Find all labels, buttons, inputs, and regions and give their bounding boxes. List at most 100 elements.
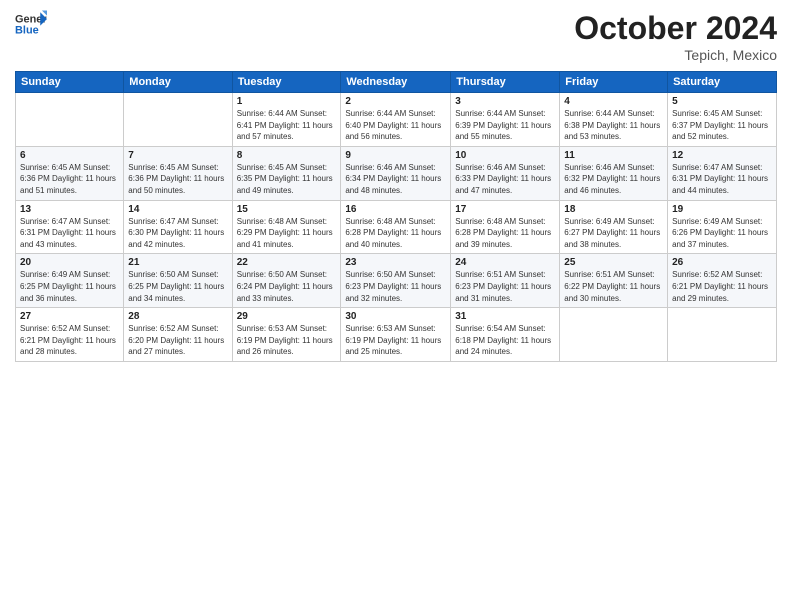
day-info: Sunrise: 6:53 AM Sunset: 6:19 PM Dayligh… bbox=[237, 323, 337, 358]
calendar-cell: 18Sunrise: 6:49 AM Sunset: 6:27 PM Dayli… bbox=[560, 200, 668, 254]
day-info: Sunrise: 6:52 AM Sunset: 6:21 PM Dayligh… bbox=[20, 323, 119, 358]
day-info: Sunrise: 6:54 AM Sunset: 6:18 PM Dayligh… bbox=[455, 323, 555, 358]
calendar-cell: 4Sunrise: 6:44 AM Sunset: 6:38 PM Daylig… bbox=[560, 93, 668, 147]
week-row-4: 20Sunrise: 6:49 AM Sunset: 6:25 PM Dayli… bbox=[16, 254, 777, 308]
header-tuesday: Tuesday bbox=[232, 72, 341, 93]
day-number: 31 bbox=[455, 311, 555, 322]
day-info: Sunrise: 6:48 AM Sunset: 6:28 PM Dayligh… bbox=[345, 216, 446, 251]
calendar-cell: 25Sunrise: 6:51 AM Sunset: 6:22 PM Dayli… bbox=[560, 254, 668, 308]
day-info: Sunrise: 6:50 AM Sunset: 6:25 PM Dayligh… bbox=[128, 269, 227, 304]
header: General Blue October 2024 Tepich, Mexico bbox=[15, 10, 777, 63]
calendar-cell: 30Sunrise: 6:53 AM Sunset: 6:19 PM Dayli… bbox=[341, 308, 451, 362]
calendar-cell: 13Sunrise: 6:47 AM Sunset: 6:31 PM Dayli… bbox=[16, 200, 124, 254]
day-info: Sunrise: 6:51 AM Sunset: 6:23 PM Dayligh… bbox=[455, 269, 555, 304]
day-number: 1 bbox=[237, 96, 337, 107]
calendar-cell: 21Sunrise: 6:50 AM Sunset: 6:25 PM Dayli… bbox=[124, 254, 232, 308]
calendar-cell bbox=[560, 308, 668, 362]
day-number: 7 bbox=[128, 150, 227, 161]
day-info: Sunrise: 6:44 AM Sunset: 6:39 PM Dayligh… bbox=[455, 108, 555, 143]
title-block: October 2024 Tepich, Mexico bbox=[574, 10, 777, 63]
day-number: 8 bbox=[237, 150, 337, 161]
day-number: 11 bbox=[564, 150, 663, 161]
calendar-cell: 27Sunrise: 6:52 AM Sunset: 6:21 PM Dayli… bbox=[16, 308, 124, 362]
day-info: Sunrise: 6:50 AM Sunset: 6:23 PM Dayligh… bbox=[345, 269, 446, 304]
svg-text:Blue: Blue bbox=[15, 24, 39, 36]
calendar-cell: 14Sunrise: 6:47 AM Sunset: 6:30 PM Dayli… bbox=[124, 200, 232, 254]
day-number: 18 bbox=[564, 204, 663, 215]
week-row-5: 27Sunrise: 6:52 AM Sunset: 6:21 PM Dayli… bbox=[16, 308, 777, 362]
page: General Blue October 2024 Tepich, Mexico… bbox=[0, 0, 792, 612]
day-info: Sunrise: 6:48 AM Sunset: 6:29 PM Dayligh… bbox=[237, 216, 337, 251]
header-saturday: Saturday bbox=[668, 72, 777, 93]
day-number: 4 bbox=[564, 96, 663, 107]
day-info: Sunrise: 6:44 AM Sunset: 6:38 PM Dayligh… bbox=[564, 108, 663, 143]
calendar-cell bbox=[124, 93, 232, 147]
calendar-cell: 3Sunrise: 6:44 AM Sunset: 6:39 PM Daylig… bbox=[451, 93, 560, 147]
day-info: Sunrise: 6:47 AM Sunset: 6:31 PM Dayligh… bbox=[672, 162, 772, 197]
logo: General Blue bbox=[15, 10, 47, 38]
calendar-cell: 16Sunrise: 6:48 AM Sunset: 6:28 PM Dayli… bbox=[341, 200, 451, 254]
day-number: 5 bbox=[672, 96, 772, 107]
calendar-cell: 20Sunrise: 6:49 AM Sunset: 6:25 PM Dayli… bbox=[16, 254, 124, 308]
day-number: 10 bbox=[455, 150, 555, 161]
month-title: October 2024 bbox=[574, 10, 777, 47]
day-info: Sunrise: 6:45 AM Sunset: 6:35 PM Dayligh… bbox=[237, 162, 337, 197]
calendar-cell: 10Sunrise: 6:46 AM Sunset: 6:33 PM Dayli… bbox=[451, 146, 560, 200]
day-info: Sunrise: 6:47 AM Sunset: 6:31 PM Dayligh… bbox=[20, 216, 119, 251]
day-number: 6 bbox=[20, 150, 119, 161]
day-number: 27 bbox=[20, 311, 119, 322]
day-info: Sunrise: 6:49 AM Sunset: 6:25 PM Dayligh… bbox=[20, 269, 119, 304]
calendar-cell: 17Sunrise: 6:48 AM Sunset: 6:28 PM Dayli… bbox=[451, 200, 560, 254]
day-info: Sunrise: 6:48 AM Sunset: 6:28 PM Dayligh… bbox=[455, 216, 555, 251]
day-number: 30 bbox=[345, 311, 446, 322]
calendar-cell: 11Sunrise: 6:46 AM Sunset: 6:32 PM Dayli… bbox=[560, 146, 668, 200]
general-blue-logo-icon: General Blue bbox=[15, 10, 47, 38]
day-number: 13 bbox=[20, 204, 119, 215]
calendar-cell: 19Sunrise: 6:49 AM Sunset: 6:26 PM Dayli… bbox=[668, 200, 777, 254]
week-row-1: 1Sunrise: 6:44 AM Sunset: 6:41 PM Daylig… bbox=[16, 93, 777, 147]
day-info: Sunrise: 6:46 AM Sunset: 6:32 PM Dayligh… bbox=[564, 162, 663, 197]
day-number: 19 bbox=[672, 204, 772, 215]
day-info: Sunrise: 6:44 AM Sunset: 6:40 PM Dayligh… bbox=[345, 108, 446, 143]
week-row-3: 13Sunrise: 6:47 AM Sunset: 6:31 PM Dayli… bbox=[16, 200, 777, 254]
day-number: 12 bbox=[672, 150, 772, 161]
calendar-cell: 24Sunrise: 6:51 AM Sunset: 6:23 PM Dayli… bbox=[451, 254, 560, 308]
day-number: 9 bbox=[345, 150, 446, 161]
day-number: 21 bbox=[128, 257, 227, 268]
weekday-header-row: Sunday Monday Tuesday Wednesday Thursday… bbox=[16, 72, 777, 93]
day-info: Sunrise: 6:46 AM Sunset: 6:34 PM Dayligh… bbox=[345, 162, 446, 197]
calendar-cell: 7Sunrise: 6:45 AM Sunset: 6:36 PM Daylig… bbox=[124, 146, 232, 200]
calendar-cell: 15Sunrise: 6:48 AM Sunset: 6:29 PM Dayli… bbox=[232, 200, 341, 254]
calendar-cell: 26Sunrise: 6:52 AM Sunset: 6:21 PM Dayli… bbox=[668, 254, 777, 308]
calendar-cell: 28Sunrise: 6:52 AM Sunset: 6:20 PM Dayli… bbox=[124, 308, 232, 362]
day-number: 14 bbox=[128, 204, 227, 215]
day-info: Sunrise: 6:50 AM Sunset: 6:24 PM Dayligh… bbox=[237, 269, 337, 304]
day-number: 2 bbox=[345, 96, 446, 107]
calendar-cell bbox=[668, 308, 777, 362]
header-friday: Friday bbox=[560, 72, 668, 93]
day-number: 15 bbox=[237, 204, 337, 215]
day-info: Sunrise: 6:51 AM Sunset: 6:22 PM Dayligh… bbox=[564, 269, 663, 304]
calendar-cell: 9Sunrise: 6:46 AM Sunset: 6:34 PM Daylig… bbox=[341, 146, 451, 200]
day-number: 20 bbox=[20, 257, 119, 268]
day-info: Sunrise: 6:46 AM Sunset: 6:33 PM Dayligh… bbox=[455, 162, 555, 197]
day-number: 16 bbox=[345, 204, 446, 215]
calendar-table: Sunday Monday Tuesday Wednesday Thursday… bbox=[15, 71, 777, 362]
calendar-cell: 8Sunrise: 6:45 AM Sunset: 6:35 PM Daylig… bbox=[232, 146, 341, 200]
day-info: Sunrise: 6:52 AM Sunset: 6:21 PM Dayligh… bbox=[672, 269, 772, 304]
calendar-cell: 23Sunrise: 6:50 AM Sunset: 6:23 PM Dayli… bbox=[341, 254, 451, 308]
calendar-cell: 29Sunrise: 6:53 AM Sunset: 6:19 PM Dayli… bbox=[232, 308, 341, 362]
day-number: 29 bbox=[237, 311, 337, 322]
day-info: Sunrise: 6:47 AM Sunset: 6:30 PM Dayligh… bbox=[128, 216, 227, 251]
day-number: 3 bbox=[455, 96, 555, 107]
location: Tepich, Mexico bbox=[574, 47, 777, 63]
day-number: 26 bbox=[672, 257, 772, 268]
calendar-cell: 6Sunrise: 6:45 AM Sunset: 6:36 PM Daylig… bbox=[16, 146, 124, 200]
day-info: Sunrise: 6:53 AM Sunset: 6:19 PM Dayligh… bbox=[345, 323, 446, 358]
calendar-cell bbox=[16, 93, 124, 147]
header-thursday: Thursday bbox=[451, 72, 560, 93]
calendar-cell: 1Sunrise: 6:44 AM Sunset: 6:41 PM Daylig… bbox=[232, 93, 341, 147]
calendar-cell: 31Sunrise: 6:54 AM Sunset: 6:18 PM Dayli… bbox=[451, 308, 560, 362]
day-number: 25 bbox=[564, 257, 663, 268]
day-info: Sunrise: 6:44 AM Sunset: 6:41 PM Dayligh… bbox=[237, 108, 337, 143]
